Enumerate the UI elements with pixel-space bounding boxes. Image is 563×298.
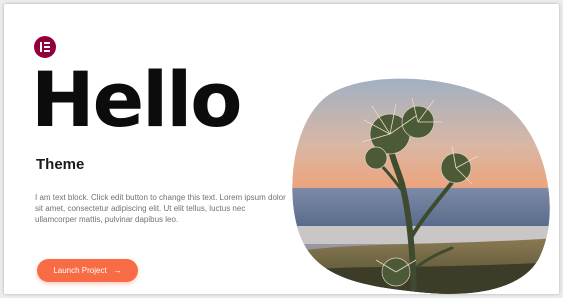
launch-project-label: Launch Project bbox=[53, 266, 107, 275]
launch-project-button[interactable]: Launch Project → bbox=[37, 259, 138, 282]
hero-body-text: I am text block. Click edit button to ch… bbox=[35, 193, 286, 224]
hero-card: Hello Theme I am text block. Click edit … bbox=[4, 4, 559, 294]
logo-bars bbox=[44, 42, 50, 52]
photo-image bbox=[292, 78, 550, 294]
hero-title: Hello bbox=[31, 55, 242, 144]
arrow-right-icon: → bbox=[112, 265, 122, 275]
desert-plant-photo bbox=[292, 76, 558, 294]
hero-subtitle: Theme bbox=[36, 156, 85, 173]
